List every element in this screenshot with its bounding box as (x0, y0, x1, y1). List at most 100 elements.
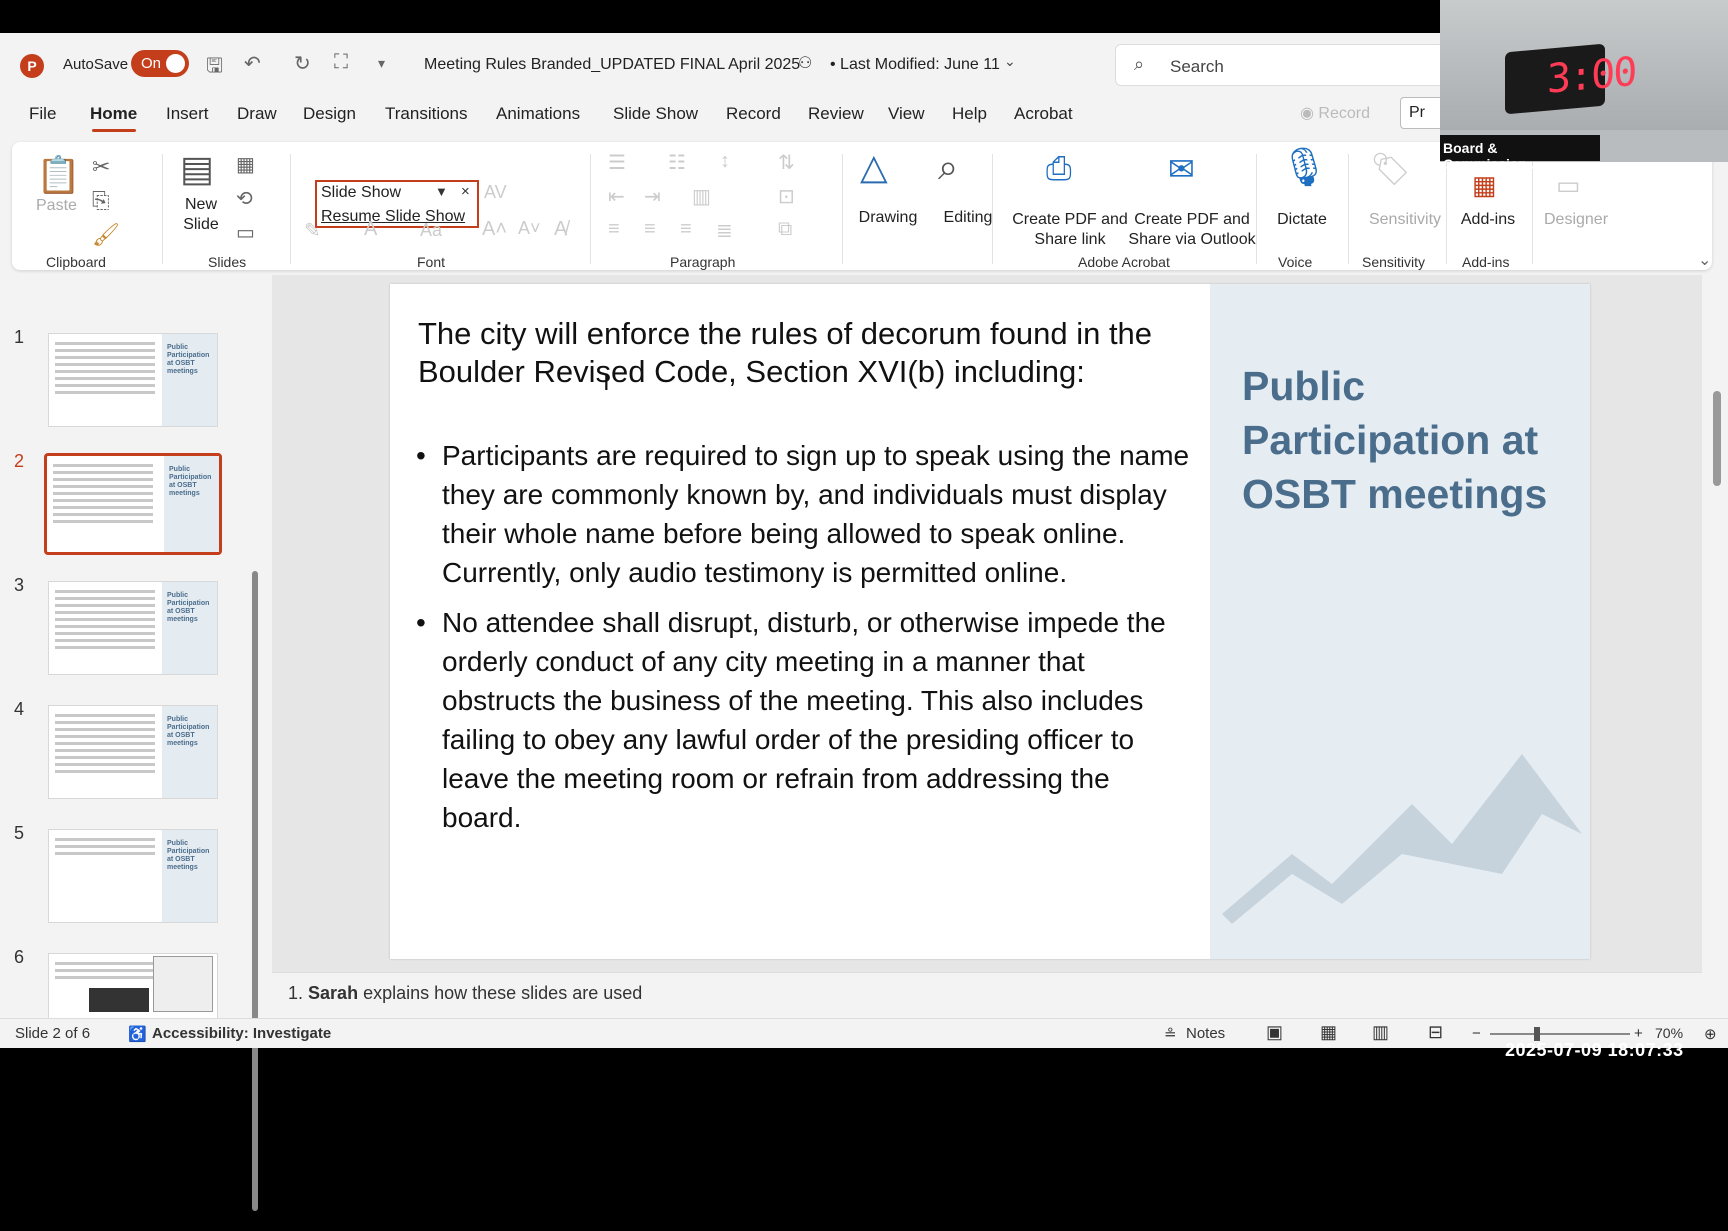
zoom-level[interactable]: 70% (1655, 1025, 1683, 1041)
tab-home[interactable]: Home (90, 104, 137, 124)
zoom-out-icon[interactable]: − (1472, 1025, 1481, 1042)
editing-icon[interactable]: ⌕ (938, 146, 958, 189)
section-icon[interactable]: ▭ (236, 220, 255, 245)
slide-thumbnail-5[interactable]: Public Participation at OSBT meetings (48, 829, 218, 923)
current-slide[interactable]: The city will enforce the rules of decor… (390, 284, 1590, 959)
tab-view[interactable]: View (888, 104, 925, 124)
customize-toolbar-icon[interactable]: ▾ (378, 55, 385, 72)
slide-thumbnail-4[interactable]: Public Participation at OSBT meetings (48, 705, 218, 799)
paste-button[interactable]: Paste (36, 196, 77, 216)
resume-slide-show-item[interactable]: Resume Slide Show (321, 208, 465, 226)
add-ins-button[interactable]: Add-ins (1448, 210, 1528, 230)
sensitivity-icon[interactable]: 🏷 (1370, 150, 1411, 188)
slide-side-heading[interactable]: Public Participation at OSBT meetings (1242, 359, 1572, 521)
accessibility-icon[interactable]: ♿ (128, 1025, 147, 1043)
accessibility-status[interactable]: Accessibility: Investigate (152, 1025, 331, 1042)
last-modified[interactable]: • Last Modified: June 11 (830, 56, 1000, 74)
notes-text[interactable]: 1. Sarah explains how these slides are u… (288, 983, 642, 1004)
fit-slide-icon[interactable]: ⊕ (1704, 1025, 1717, 1043)
sensitivity-button[interactable]: Sensitivity (1350, 210, 1460, 230)
align-right-icon[interactable]: ≡ (680, 218, 692, 241)
normal-view-icon[interactable]: ▣ (1266, 1022, 1283, 1043)
reading-view-icon[interactable]: ▥ (1372, 1022, 1389, 1043)
slide-sorter-icon[interactable]: ▦ (1320, 1022, 1337, 1043)
font-color-icon[interactable]: A (364, 218, 377, 241)
cut-icon[interactable]: ✂ (92, 154, 110, 180)
decrease-font-icon[interactable]: A˅ (518, 218, 541, 239)
bullets-icon[interactable]: ☰ (608, 150, 626, 175)
share-outlook-icon[interactable]: ✉ (1168, 150, 1195, 188)
line-spacing-icon[interactable]: ↕ (720, 150, 730, 173)
slideshow-view-icon[interactable]: ⊟ (1428, 1022, 1443, 1043)
notes-pane[interactable]: 1. Sarah explains how these slides are u… (272, 972, 1702, 1016)
save-icon[interactable]: 🖫 (206, 51, 223, 85)
layout-icon[interactable]: ▦ (236, 152, 255, 177)
smartart-icon[interactable]: ⧉ (778, 218, 792, 241)
tab-file[interactable]: File (29, 104, 56, 124)
drawing-button[interactable]: Drawing (848, 208, 928, 228)
tab-insert[interactable]: Insert (166, 104, 209, 124)
justify-icon[interactable]: ≣ (716, 218, 733, 243)
tab-design[interactable]: Design (303, 104, 356, 124)
columns-icon[interactable]: ▥ (692, 184, 711, 209)
close-icon[interactable]: × (461, 183, 470, 200)
tab-transitions[interactable]: Transitions (385, 104, 468, 124)
undo-icon[interactable]: ↶ (244, 51, 261, 76)
create-pdf-share-outlook-button[interactable]: Create PDF and Share via Outlook (1112, 210, 1272, 250)
copy-icon[interactable]: ⎘ (92, 188, 110, 214)
character-spacing-icon[interactable]: AV (484, 182, 507, 203)
reset-icon[interactable]: ⟲ (236, 186, 253, 211)
notes-button[interactable]: Notes (1186, 1025, 1225, 1042)
tab-record[interactable]: Record (726, 104, 781, 124)
create-pdf-icon[interactable]: ⎙ (1046, 150, 1072, 188)
designer-icon[interactable]: ▭ (1556, 170, 1581, 201)
align-left-icon[interactable]: ≡ (608, 218, 620, 241)
decrease-indent-icon[interactable]: ⇤ (608, 184, 625, 209)
editing-button[interactable]: Editing (928, 208, 1008, 228)
record-button[interactable]: ◉ Record (1300, 103, 1370, 123)
zoom-slider-handle[interactable] (1534, 1027, 1540, 1041)
tab-review[interactable]: Review (808, 104, 864, 124)
slide-thumbnail-3[interactable]: Public Participation at OSBT meetings (48, 581, 218, 675)
present-from-start-icon[interactable]: ⛶ (334, 51, 348, 74)
tab-draw[interactable]: Draw (237, 104, 277, 124)
chevron-down-icon[interactable]: ⌄ (1004, 53, 1016, 70)
increase-indent-icon[interactable]: ⇥ (644, 184, 661, 209)
tab-help[interactable]: Help (952, 104, 987, 124)
font-dropdown-popup[interactable]: Slide Show ▼ × Resume Slide Show (315, 180, 479, 228)
tab-acrobat[interactable]: Acrobat (1014, 104, 1073, 124)
dictate-button[interactable]: Dictate (1262, 210, 1342, 230)
slide-scrollbar[interactable] (1710, 276, 1724, 956)
numbering-icon[interactable]: ☷ (668, 150, 686, 175)
slide-thumbnail-2[interactable]: Public Participation at OSBT meetings (44, 453, 222, 555)
align-center-icon[interactable]: ≡ (644, 218, 656, 241)
tab-slide-show[interactable]: Slide Show (613, 104, 698, 124)
increase-font-icon[interactable]: A˄ (482, 218, 507, 241)
align-text-icon[interactable]: ⊡ (778, 184, 795, 209)
notes-icon[interactable]: ≗ (1164, 1025, 1177, 1043)
format-painter-icon[interactable]: 🖌 (92, 222, 120, 248)
microphone-icon[interactable]: 🎙 (1280, 146, 1328, 190)
add-ins-icon[interactable]: ▦ (1472, 170, 1497, 201)
slide-thumbnail-1[interactable]: Public Participation at OSBT meetings (48, 333, 218, 427)
redo-icon[interactable]: ↻ (294, 51, 311, 76)
search-input[interactable]: ⌕ Search (1115, 44, 1445, 86)
slide-intro-text[interactable]: The city will enforce the rules of decor… (418, 315, 1198, 391)
new-slide-icon[interactable]: ▤ (180, 148, 214, 190)
clear-formatting-icon[interactable]: A̸ (554, 218, 567, 241)
slide-bullet[interactable]: Participants are required to sign up to … (416, 436, 1196, 592)
text-direction-icon[interactable]: ⇅ (778, 150, 795, 175)
slide-bullet[interactable]: No attendee shall disrupt, disturb, or o… (416, 603, 1196, 837)
drawing-icon[interactable]: △ (860, 146, 888, 188)
scrollbar-thumb[interactable] (252, 571, 258, 1211)
document-title[interactable]: Meeting Rules Branded_UPDATED FINAL Apri… (424, 56, 800, 74)
collapse-ribbon-icon[interactable]: ⌄ (1698, 250, 1711, 270)
change-case-icon[interactable]: Aa (420, 220, 442, 241)
autosave-toggle[interactable]: On (131, 50, 189, 77)
new-slide-button[interactable]: New Slide (166, 195, 236, 235)
designer-button[interactable]: Designer (1536, 210, 1616, 230)
highlight-icon[interactable]: ✎ (304, 218, 321, 243)
scrollbar-thumb[interactable] (1713, 391, 1721, 486)
dropdown-arrow-icon[interactable]: ▼ (435, 184, 448, 199)
slide-show-item[interactable]: Slide Show (321, 184, 401, 202)
